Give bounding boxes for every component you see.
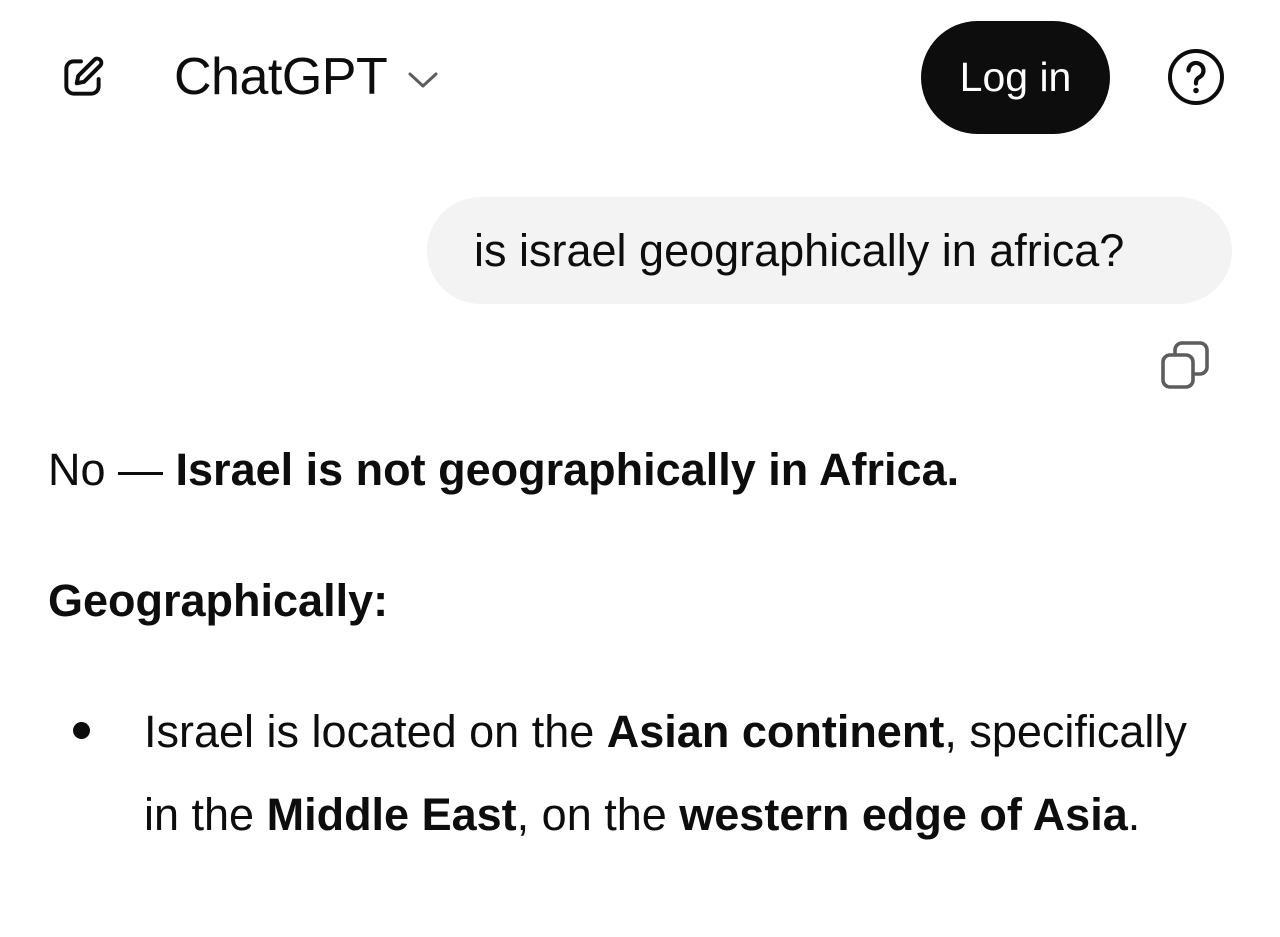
chat-page: ChatGPT Log in is israel geographically … — [0, 0, 1280, 937]
model-selector[interactable]: ChatGPT — [174, 40, 439, 114]
user-message-text: is israel geographically in africa? — [474, 224, 1125, 276]
copy-icon — [1161, 341, 1209, 389]
answer-bold: Israel is not geographically in Africa. — [175, 444, 960, 495]
edit-square-icon — [64, 56, 104, 96]
bullet-bold-1: Asian continent — [606, 706, 945, 757]
copy-message-button[interactable] — [1156, 336, 1214, 394]
user-message-bubble: is israel geographically in africa? — [427, 197, 1232, 304]
chevron-down-icon — [407, 70, 439, 90]
bullet-bold-2: Middle East — [266, 789, 517, 840]
model-name: ChatGPT — [174, 48, 388, 106]
bullet-bold-3: western edge of Asia — [679, 789, 1128, 840]
list-item: Israel is located on the Asian continent… — [144, 690, 1224, 856]
help-button[interactable] — [1166, 47, 1226, 107]
new-chat-button[interactable] — [52, 46, 114, 108]
bullet-text-3: , on the — [516, 789, 680, 840]
bullet-text-1: Israel is located on the — [144, 706, 607, 757]
answer-prefix: No — — [48, 444, 176, 495]
bullet-marker — [73, 722, 90, 739]
bullet-text-4: . — [1127, 789, 1141, 840]
section-heading: Geographically: — [48, 575, 389, 626]
assistant-answer: No — Israel is not geographically in Afr… — [48, 440, 959, 500]
question-circle-icon — [1168, 49, 1224, 105]
login-button[interactable]: Log in — [921, 21, 1110, 134]
